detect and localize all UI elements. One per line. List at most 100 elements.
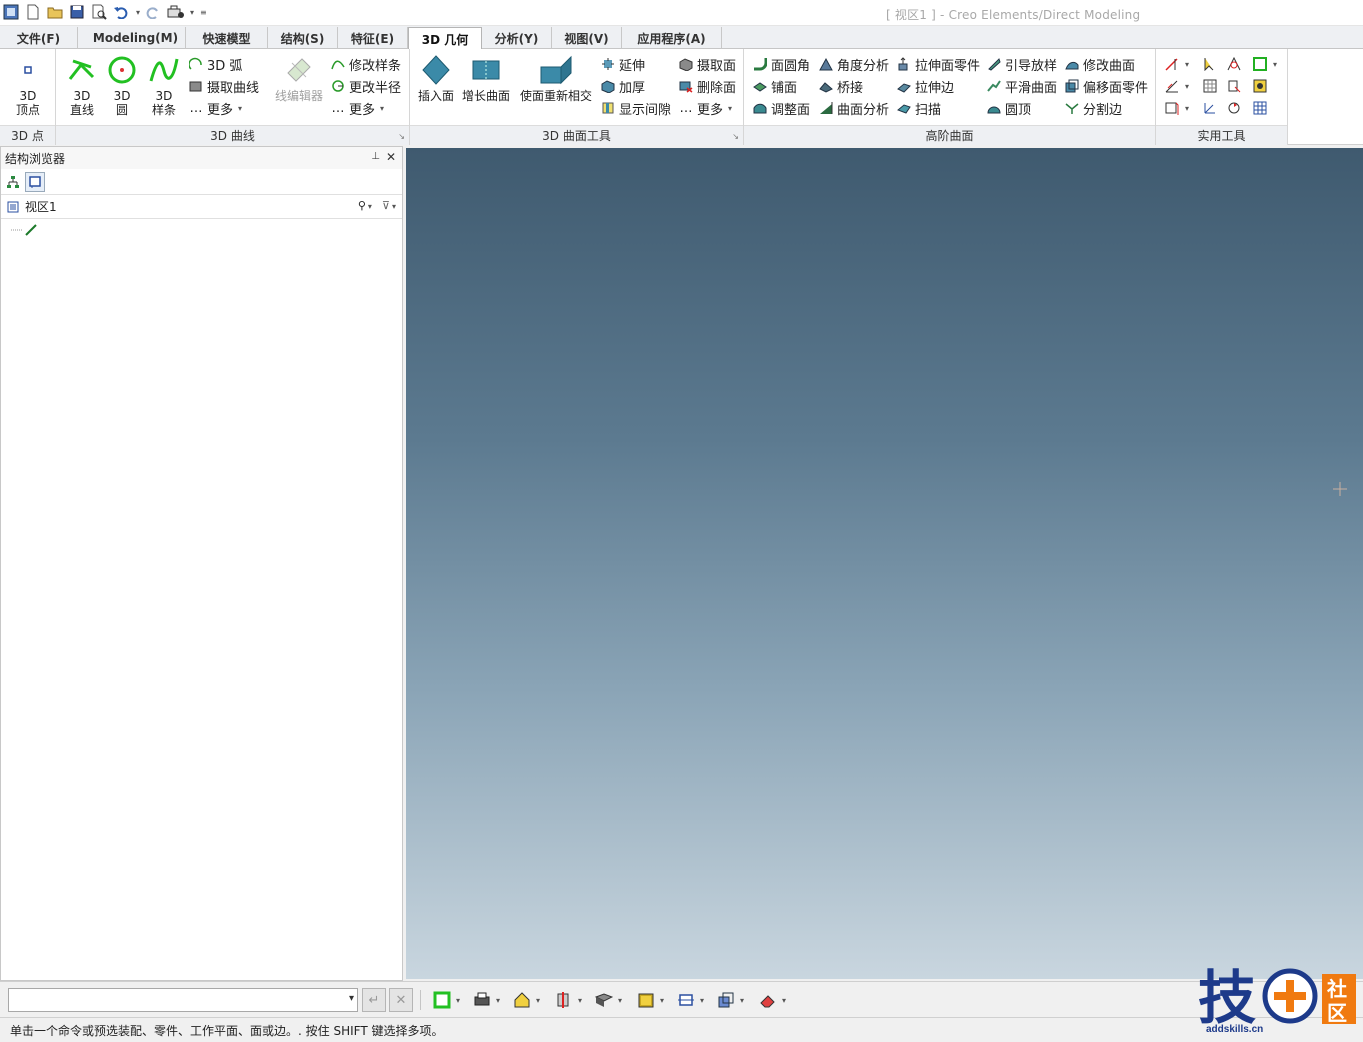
util-line-tool-button[interactable]: ▾ [1164,54,1189,74]
view-fit-tool[interactable]: ▾ [676,989,704,1011]
print-preview-icon[interactable] [90,3,108,21]
util-table-button[interactable] [1252,98,1268,118]
chevron-down-icon[interactable]: ▾ [349,993,354,1004]
offset-face-part-button[interactable]: 偏移面零件 [1064,76,1148,96]
new-file-icon[interactable] [24,3,42,21]
tab-analysis[interactable]: 分析(Y) [482,27,552,49]
guided-loft-button[interactable]: 引导放样 [986,54,1057,74]
curve-more-button[interactable]: … 更多 ▾ [188,98,243,118]
app-menu-icon[interactable] [2,3,20,21]
thicken-button[interactable]: 加厚 [600,76,645,96]
tab-file[interactable]: 文件(F) [0,27,78,49]
view-print-tool[interactable]: ▾ [472,989,500,1011]
undo-icon[interactable] [112,3,130,21]
util-plane-button[interactable]: ▾ [1164,98,1189,118]
view-shade-tool[interactable]: ▾ [636,989,664,1011]
structure-browser-header: 结构浏览器 ⊥ ✕ [1,147,402,169]
viewport-view-button[interactable] [25,171,45,192]
enter-command-button[interactable]: ↵ [362,988,386,1012]
insert-face-button[interactable]: 插入面 [416,53,456,103]
util-measure-button[interactable]: ▾ [1164,76,1189,96]
customize-icon[interactable]: ≡ [200,8,207,17]
tab-view[interactable]: 视图(V) [552,27,622,49]
dome-button[interactable]: 圆顶 [986,98,1031,118]
dome-icon [986,100,1002,116]
toolbar-separator [420,990,421,1010]
3d-viewport[interactable] [406,148,1363,979]
group-utilities: ▾ ▾ ▾ ▾ 实用工具 [1156,49,1288,145]
filter-icon[interactable]: ⊽ ▾ [382,199,396,212]
view-box-tool[interactable]: ▾ [432,989,460,1011]
3d-vertex-button[interactable]: 3D 顶点 [10,53,46,117]
more-dots-icon: … [189,100,203,116]
curve-more2-button[interactable]: … 更多 ▾ [330,98,385,118]
undo-dropdown-icon[interactable]: ▾ [136,8,140,17]
3d-circle-button[interactable]: 3D 圆 [104,53,140,117]
surface-analysis-button[interactable]: 曲面分析 [818,98,889,118]
extract-face-button[interactable]: 摄取面 [678,54,736,74]
extend-button[interactable]: 延伸 [600,54,645,74]
pave-button[interactable]: 铺面 [752,76,797,96]
modify-spline-button[interactable]: 修改样条 [330,54,401,74]
extrude-face-part-button[interactable]: 拉伸面零件 [896,54,980,74]
close-icon[interactable]: ✕ [386,150,396,164]
sweep-button[interactable]: 扫描 [896,98,941,118]
tree-view-button[interactable] [3,172,23,192]
refresh-icon [1226,100,1242,116]
binoculars-icon[interactable]: ⚲ ▾ [358,199,372,212]
view-eraser-tool[interactable]: ▾ [758,989,786,1011]
dialog-launcher-icon[interactable]: ↘ [732,132,739,141]
settings-dropdown-icon[interactable]: ▾ [190,8,194,17]
3d-line-button[interactable]: 3D 直线 [62,53,102,117]
face-fillet-button[interactable]: 面圆角 [752,54,810,74]
tab-3d-geometry[interactable]: 3D 几何 [408,27,482,50]
util-box-button[interactable]: ▾ [1252,54,1277,74]
show-gap-button[interactable]: 显示间隙 [600,98,671,118]
cancel-command-button[interactable]: ✕ [389,988,413,1012]
sweep-label: 扫描 [915,102,942,118]
grow-surface-button[interactable]: 增长曲面 [460,53,512,103]
adjust-face-button[interactable]: 调整面 [752,98,810,118]
bridge-button[interactable]: 桥接 [818,76,863,96]
dialog-launcher-icon[interactable]: ↘ [398,132,405,141]
view-cube-tool[interactable]: ▾ [716,989,744,1011]
tree-child-row[interactable] [1,219,402,241]
command-input[interactable]: ▾ [8,988,358,1012]
split-edge-button[interactable]: 分割边 [1064,98,1122,118]
tab-features[interactable]: 特征(E) [338,27,408,49]
util-select-button[interactable] [1202,54,1218,74]
open-folder-icon[interactable] [46,3,64,21]
tab-quick-model[interactable]: 快速模型 [186,27,268,49]
util-transform-button[interactable] [1226,54,1242,74]
tab-applications[interactable]: 应用程序(A) [622,27,722,49]
util-paint-button[interactable] [1252,76,1268,96]
extrude-edge-button[interactable]: 拉伸边 [896,76,954,96]
angle-analysis-button[interactable]: 角度分析 [818,54,889,74]
smooth-surface-button[interactable]: 平滑曲面 [986,76,1057,96]
util-grid-button[interactable] [1202,76,1218,96]
modify-surface-button[interactable]: 修改曲面 [1064,54,1135,74]
3d-spline-button[interactable]: 3D 样条 [144,53,184,117]
util-copy-button[interactable] [1226,76,1242,96]
surface-more-button[interactable]: … 更多 ▾ [678,98,733,118]
tree-root-row[interactable]: 视区1 ⚲ ▾ ⊽ ▾ [1,195,402,219]
3d-arc-button[interactable]: 3D 弧 [188,54,242,74]
wire-editor-button[interactable]: 线编辑器 [270,53,328,103]
extract-face-icon [678,56,694,72]
pin-icon[interactable]: ⊥ [371,151,380,162]
util-refresh-button[interactable] [1226,98,1242,118]
reintersect-faces-button[interactable]: 使面重新相交 [516,53,596,103]
delete-face-button[interactable]: 删除面 [678,76,736,96]
save-icon[interactable] [68,3,86,21]
settings-tool-icon[interactable] [166,3,185,21]
change-radius-button[interactable]: 更改半径 [330,76,401,96]
view-section-tool[interactable]: ▾ [554,989,582,1011]
redo-icon[interactable] [144,3,162,21]
tab-structure[interactable]: 结构(S) [268,27,338,49]
tab-modeling[interactable]: Modeling(M) [86,27,186,49]
green-box-icon [432,990,452,1010]
view-render-tool[interactable]: ▾ [594,989,622,1011]
extract-curve-button[interactable]: 摄取曲线 [188,76,259,96]
view-house-tool[interactable]: ▾ [512,989,540,1011]
util-axis-button[interactable] [1202,98,1218,118]
